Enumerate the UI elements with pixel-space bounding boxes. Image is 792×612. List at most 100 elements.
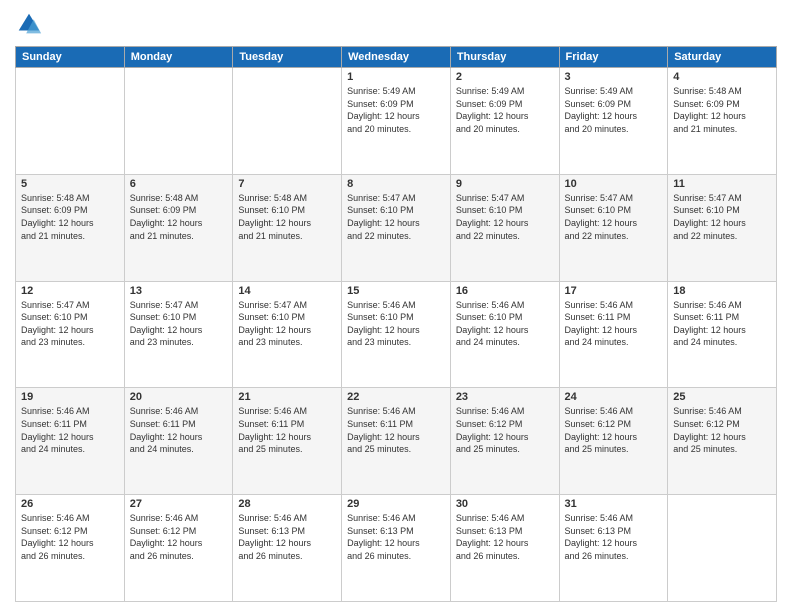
day-cell: 8 Sunrise: 5:47 AM Sunset: 6:10 PM Daylig…	[342, 174, 451, 281]
day-cell: 16 Sunrise: 5:46 AM Sunset: 6:10 PM Dayli…	[450, 281, 559, 388]
col-header-saturday: Saturday	[668, 47, 777, 68]
day-cell: 26 Sunrise: 5:46 AM Sunset: 6:12 PM Dayli…	[16, 495, 125, 602]
day-cell	[668, 495, 777, 602]
day-cell: 30 Sunrise: 5:46 AM Sunset: 6:13 PM Dayli…	[450, 495, 559, 602]
page: SundayMondayTuesdayWednesdayThursdayFrid…	[0, 0, 792, 612]
col-header-sunday: Sunday	[16, 47, 125, 68]
week-row-3: 12 Sunrise: 5:47 AM Sunset: 6:10 PM Dayli…	[16, 281, 777, 388]
day-info: Sunrise: 5:49 AM Sunset: 6:09 PM Dayligh…	[347, 85, 445, 135]
col-header-thursday: Thursday	[450, 47, 559, 68]
day-number: 9	[456, 178, 554, 190]
day-number: 29	[347, 498, 445, 510]
day-number: 1	[347, 71, 445, 83]
day-cell: 6 Sunrise: 5:48 AM Sunset: 6:09 PM Daylig…	[124, 174, 233, 281]
col-header-friday: Friday	[559, 47, 668, 68]
day-cell	[124, 68, 233, 175]
day-info: Sunrise: 5:47 AM Sunset: 6:10 PM Dayligh…	[238, 299, 336, 349]
header	[15, 10, 777, 38]
day-cell	[233, 68, 342, 175]
day-number: 8	[347, 178, 445, 190]
day-cell: 2 Sunrise: 5:49 AM Sunset: 6:09 PM Daylig…	[450, 68, 559, 175]
day-info: Sunrise: 5:49 AM Sunset: 6:09 PM Dayligh…	[565, 85, 663, 135]
day-info: Sunrise: 5:46 AM Sunset: 6:11 PM Dayligh…	[347, 405, 445, 455]
day-number: 20	[130, 391, 228, 403]
calendar-header-row: SundayMondayTuesdayWednesdayThursdayFrid…	[16, 47, 777, 68]
logo	[15, 10, 47, 38]
day-cell: 13 Sunrise: 5:47 AM Sunset: 6:10 PM Dayli…	[124, 281, 233, 388]
col-header-monday: Monday	[124, 47, 233, 68]
day-info: Sunrise: 5:46 AM Sunset: 6:11 PM Dayligh…	[130, 405, 228, 455]
day-number: 7	[238, 178, 336, 190]
day-number: 11	[673, 178, 771, 190]
day-cell	[16, 68, 125, 175]
day-cell: 25Sunrise: 5:46 AM Sunset: 6:12 PM Dayli…	[668, 388, 777, 495]
week-row-1: 1 Sunrise: 5:49 AM Sunset: 6:09 PM Daylig…	[16, 68, 777, 175]
day-cell: 5 Sunrise: 5:48 AM Sunset: 6:09 PM Daylig…	[16, 174, 125, 281]
day-cell: 11 Sunrise: 5:47 AM Sunset: 6:10 PM Dayli…	[668, 174, 777, 281]
col-header-tuesday: Tuesday	[233, 47, 342, 68]
day-info: Sunrise: 5:49 AM Sunset: 6:09 PM Dayligh…	[456, 85, 554, 135]
day-number: 18	[673, 285, 771, 297]
day-number: 5	[21, 178, 119, 190]
day-number: 27	[130, 498, 228, 510]
day-info: Sunrise: 5:47 AM Sunset: 6:10 PM Dayligh…	[456, 192, 554, 242]
day-number: 10	[565, 178, 663, 190]
day-number: 23	[456, 391, 554, 403]
day-cell: 15 Sunrise: 5:46 AM Sunset: 6:10 PM Dayli…	[342, 281, 451, 388]
day-number: 31	[565, 498, 663, 510]
day-info: Sunrise: 5:48 AM Sunset: 6:10 PM Dayligh…	[238, 192, 336, 242]
day-number: 19	[21, 391, 119, 403]
day-info: Sunrise: 5:47 AM Sunset: 6:10 PM Dayligh…	[347, 192, 445, 242]
day-cell: 29 Sunrise: 5:46 AM Sunset: 6:13 PM Dayli…	[342, 495, 451, 602]
day-info: Sunrise: 5:47 AM Sunset: 6:10 PM Dayligh…	[21, 299, 119, 349]
day-cell: 19 Sunrise: 5:46 AM Sunset: 6:11 PM Dayli…	[16, 388, 125, 495]
day-cell: 10 Sunrise: 5:47 AM Sunset: 6:10 PM Dayli…	[559, 174, 668, 281]
day-info: Sunrise: 5:46 AM Sunset: 6:13 PM Dayligh…	[565, 512, 663, 562]
day-cell: 21Sunrise: 5:46 AM Sunset: 6:11 PM Dayli…	[233, 388, 342, 495]
day-number: 3	[565, 71, 663, 83]
day-info: Sunrise: 5:46 AM Sunset: 6:11 PM Dayligh…	[673, 299, 771, 349]
day-info: Sunrise: 5:48 AM Sunset: 6:09 PM Dayligh…	[21, 192, 119, 242]
day-cell: 20 Sunrise: 5:46 AM Sunset: 6:11 PM Dayli…	[124, 388, 233, 495]
day-number: 2	[456, 71, 554, 83]
day-cell: 27 Sunrise: 5:46 AM Sunset: 6:12 PM Dayli…	[124, 495, 233, 602]
day-info: Sunrise: 5:46 AM Sunset: 6:11 PM Dayligh…	[238, 405, 336, 455]
day-info: Sunrise: 5:46 AM Sunset: 6:12 PM Dayligh…	[456, 405, 554, 455]
day-info: Sunrise: 5:46 AM Sunset: 6:12 PM Dayligh…	[21, 512, 119, 562]
day-cell: 22 Sunrise: 5:46 AM Sunset: 6:11 PM Dayli…	[342, 388, 451, 495]
week-row-4: 19 Sunrise: 5:46 AM Sunset: 6:11 PM Dayli…	[16, 388, 777, 495]
day-number: 12	[21, 285, 119, 297]
day-number: 6	[130, 178, 228, 190]
day-cell: 9 Sunrise: 5:47 AM Sunset: 6:10 PM Daylig…	[450, 174, 559, 281]
day-number: 16	[456, 285, 554, 297]
day-cell: 1 Sunrise: 5:49 AM Sunset: 6:09 PM Daylig…	[342, 68, 451, 175]
day-cell: 24 Sunrise: 5:46 AM Sunset: 6:12 PM Dayli…	[559, 388, 668, 495]
day-number: 22	[347, 391, 445, 403]
day-info: Sunrise: 5:46 AM Sunset: 6:10 PM Dayligh…	[347, 299, 445, 349]
day-cell: 14 Sunrise: 5:47 AM Sunset: 6:10 PM Dayli…	[233, 281, 342, 388]
day-number: 30	[456, 498, 554, 510]
day-info: Sunrise: 5:48 AM Sunset: 6:09 PM Dayligh…	[130, 192, 228, 242]
day-info: Sunrise: 5:47 AM Sunset: 6:10 PM Dayligh…	[673, 192, 771, 242]
day-info: Sunrise: 5:46 AM Sunset: 6:12 PM Dayligh…	[130, 512, 228, 562]
day-info: Sunrise: 5:47 AM Sunset: 6:10 PM Dayligh…	[565, 192, 663, 242]
day-number: 15	[347, 285, 445, 297]
day-info: Sunrise: 5:47 AM Sunset: 6:10 PM Dayligh…	[130, 299, 228, 349]
day-info: Sunrise: 5:46 AM Sunset: 6:10 PM Dayligh…	[456, 299, 554, 349]
day-info: Sunrise: 5:46 AM Sunset: 6:11 PM Dayligh…	[21, 405, 119, 455]
day-info: Sunrise: 5:46 AM Sunset: 6:13 PM Dayligh…	[347, 512, 445, 562]
day-number: 4	[673, 71, 771, 83]
day-number: 28	[238, 498, 336, 510]
day-number: 13	[130, 285, 228, 297]
day-info: Sunrise: 5:46 AM Sunset: 6:13 PM Dayligh…	[456, 512, 554, 562]
day-number: 25	[673, 391, 771, 403]
col-header-wednesday: Wednesday	[342, 47, 451, 68]
day-cell: 31 Sunrise: 5:46 AM Sunset: 6:13 PM Dayli…	[559, 495, 668, 602]
day-cell: 3 Sunrise: 5:49 AM Sunset: 6:09 PM Daylig…	[559, 68, 668, 175]
calendar-table: SundayMondayTuesdayWednesdayThursdayFrid…	[15, 46, 777, 602]
day-info: Sunrise: 5:46 AM Sunset: 6:12 PM Dayligh…	[565, 405, 663, 455]
day-number: 24	[565, 391, 663, 403]
week-row-5: 26 Sunrise: 5:46 AM Sunset: 6:12 PM Dayli…	[16, 495, 777, 602]
day-number: 26	[21, 498, 119, 510]
day-number: 14	[238, 285, 336, 297]
